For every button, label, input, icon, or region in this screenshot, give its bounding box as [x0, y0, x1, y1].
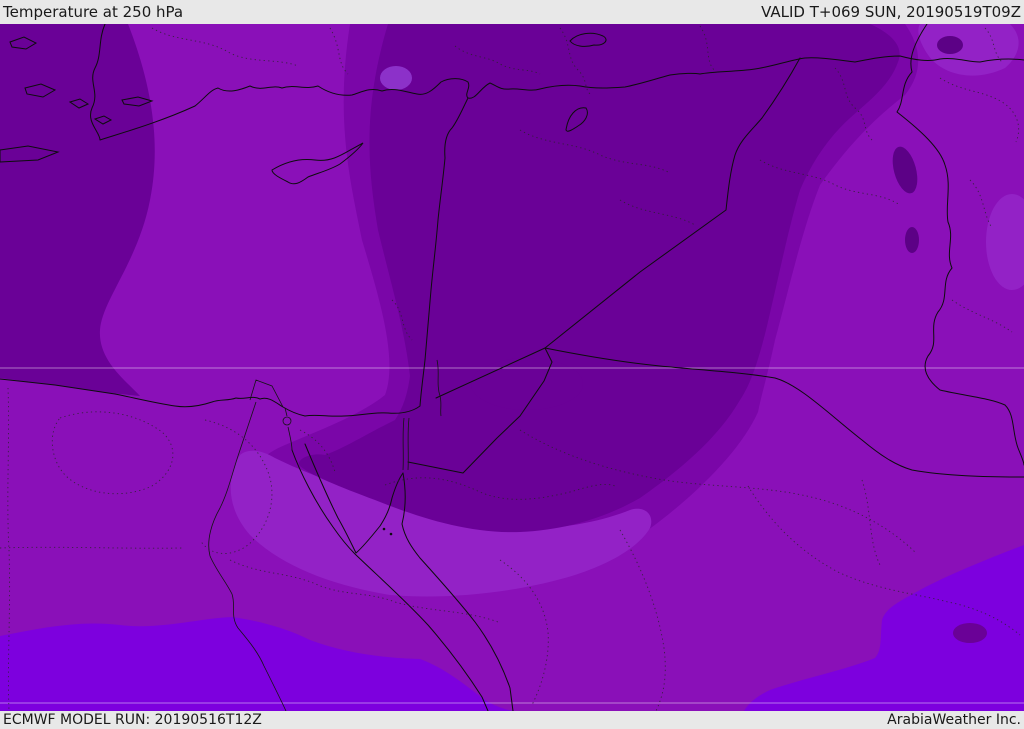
- map-title: Temperature at 250 hPa: [3, 3, 184, 21]
- credit-label: ArabiaWeather Inc.: [887, 712, 1021, 728]
- map-footer-bar: ECMWF MODEL RUN: 20190516T12Z ArabiaWeat…: [0, 711, 1024, 729]
- temp-region-light-anatolia: [380, 66, 412, 90]
- temp-pocket-caucasus: [937, 36, 963, 54]
- valid-time-label: VALID T+069 SUN, 20190519T09Z: [761, 3, 1021, 21]
- weather-map: [0, 24, 1024, 711]
- lake-small-east: [905, 227, 919, 253]
- map-title-bar: Temperature at 250 hPa VALID T+069 SUN, …: [0, 0, 1024, 24]
- model-run-label: ECMWF MODEL RUN: 20190516T12Z: [3, 712, 262, 728]
- temp-pocket-southeast: [953, 623, 987, 643]
- temp-pocket-delta: [471, 358, 583, 410]
- weather-map-screen: Temperature at 250 hPa VALID T+069 SUN, …: [0, 0, 1024, 729]
